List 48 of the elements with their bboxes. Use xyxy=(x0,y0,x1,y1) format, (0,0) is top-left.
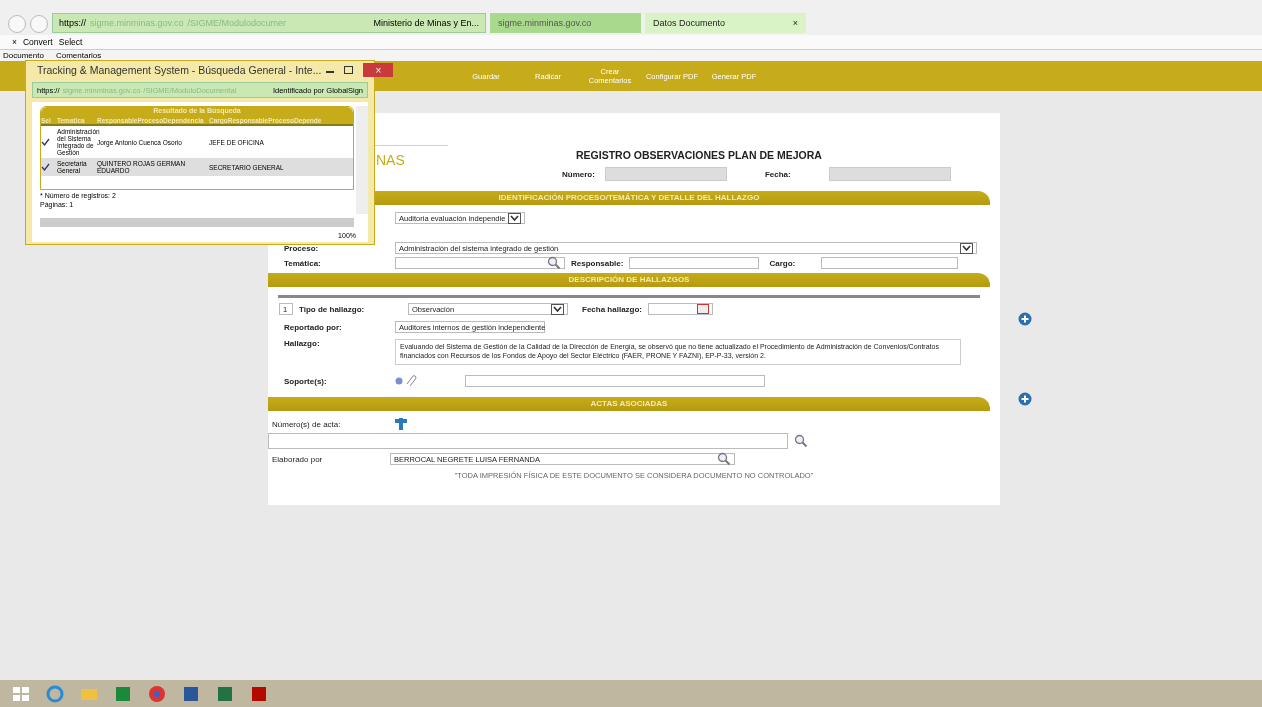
dropdown-icon[interactable] xyxy=(960,242,973,254)
field-label: Responsable: xyxy=(571,258,624,268)
input-field[interactable] xyxy=(821,257,959,269)
field-label: Fecha hallazgo: xyxy=(582,304,642,314)
back-button[interactable] xyxy=(8,15,26,33)
toolbar-button[interactable]: Convert xyxy=(22,37,53,47)
close-button[interactable]: × xyxy=(12,37,17,47)
section-header: ACTAS ASOCIADAS xyxy=(268,397,990,411)
dropdown-icon[interactable] xyxy=(551,303,564,315)
search-icon[interactable] xyxy=(717,452,731,466)
add-icon[interactable] xyxy=(1018,312,1032,326)
browser-tab[interactable]: sigme.minminas.gov.co xyxy=(490,13,641,33)
dropdown-icon[interactable] xyxy=(508,212,521,224)
favorites-item[interactable]: Comentarios xyxy=(55,51,102,60)
field-label: Temática: xyxy=(283,258,322,268)
search-icon[interactable] xyxy=(547,256,561,270)
close-button[interactable]: × xyxy=(363,63,394,77)
input-field[interactable] xyxy=(395,257,565,269)
search-icon[interactable] xyxy=(794,434,808,448)
add-icon[interactable] xyxy=(1018,392,1032,406)
field-label: Proceso: xyxy=(283,243,320,253)
form-title: REGISTRO OBSERVACIONES PLAN DE MEJORA xyxy=(576,149,822,161)
field-label: Reportado por: xyxy=(283,322,343,332)
section-header: DESCRIPCIÓN DE HALLAZGOS xyxy=(268,273,990,287)
input-field[interactable] xyxy=(465,375,765,387)
field-label: Soporte(s): xyxy=(283,376,328,386)
scrollbar[interactable] xyxy=(40,218,354,227)
maximize-icon[interactable] xyxy=(344,66,354,74)
window-title: Tracking & Management System - Búsqueda General - Inte... xyxy=(37,64,322,76)
address-bar[interactable]: https:// sigme.minminas.gov.co /SIGME/Modulodocumer Ministerio de Minas y En... xyxy=(52,13,486,33)
add-icon[interactable] xyxy=(394,417,408,431)
forward-button[interactable] xyxy=(30,15,48,33)
field-label: Tipo de hallazgo: xyxy=(299,304,366,314)
field-label: Elaborado por xyxy=(272,454,324,464)
field-label: Hallazgo: xyxy=(283,339,321,348)
browser-tab[interactable]: Datos Documento × xyxy=(645,13,806,33)
scrollbar[interactable] xyxy=(356,106,368,214)
attachment-icon[interactable] xyxy=(395,375,419,387)
toolbar-button[interactable]: Select xyxy=(58,37,83,47)
text-area[interactable] xyxy=(268,433,788,449)
field-label: Número(s) de acta: xyxy=(272,419,342,429)
field-label: Número: xyxy=(562,169,595,179)
date-field[interactable] xyxy=(648,303,713,315)
field-label: Fecha: xyxy=(764,169,791,179)
field-label: Cargo: xyxy=(769,258,796,268)
calendar-icon[interactable] xyxy=(697,304,709,314)
input-field[interactable] xyxy=(629,257,760,269)
favorites-item[interactable]: Documento xyxy=(3,51,44,60)
